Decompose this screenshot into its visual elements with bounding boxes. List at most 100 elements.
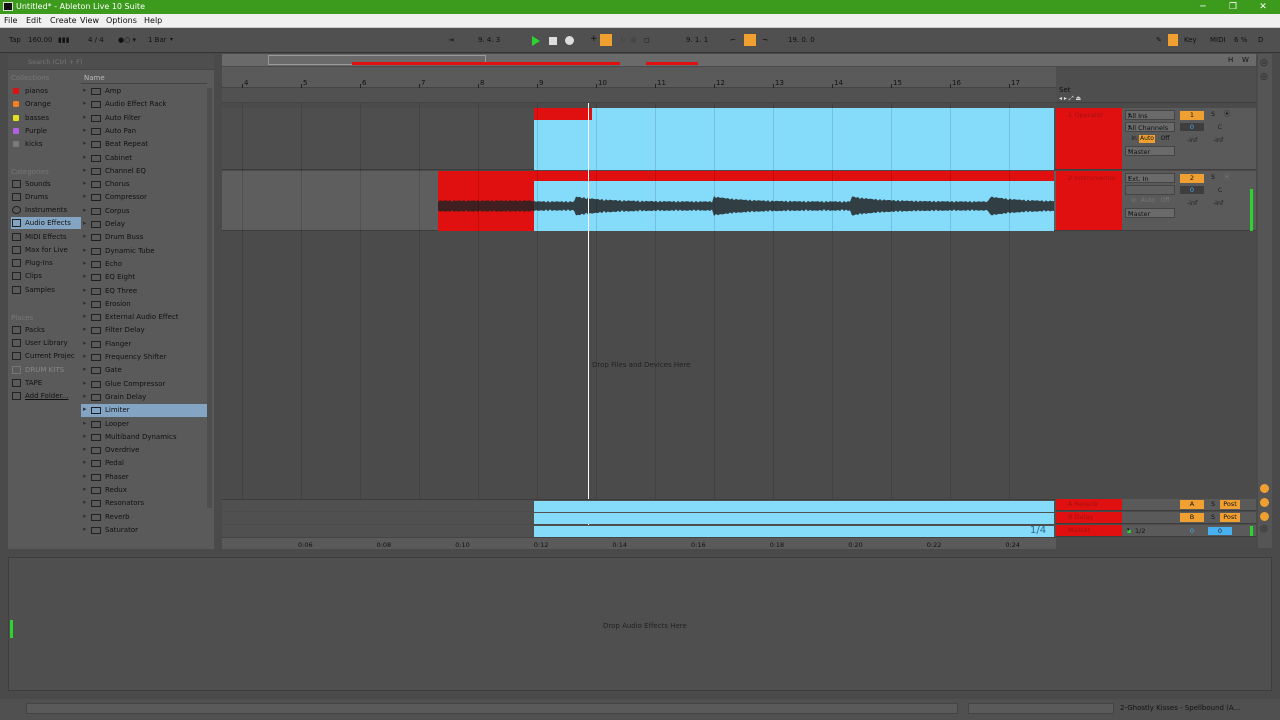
draw-mode-icon[interactable]: ✎ <box>1156 36 1162 44</box>
category-midi-effects[interactable]: MIDI Effects <box>11 231 81 243</box>
loop-switch-button[interactable] <box>744 34 756 46</box>
overdub-icon[interactable]: + <box>590 34 598 44</box>
category-plug-ins[interactable]: Plug-Ins <box>11 257 81 269</box>
return-lane-b[interactable] <box>222 512 1056 524</box>
category-audio-effects[interactable]: Audio Effects <box>11 217 81 229</box>
show-delay-icon[interactable]: ◎ <box>1260 524 1268 534</box>
input-channel-dropdown[interactable]: All Channels ▾ <box>1125 122 1175 132</box>
maximize-button[interactable]: ❐ <box>1226 1 1240 13</box>
fold-icon[interactable]: ◎ <box>1260 72 1268 82</box>
expand-arrow-icon[interactable]: ▸ <box>83 246 87 254</box>
song-position-field[interactable]: 9. 4. 3 <box>478 36 500 44</box>
list-item[interactable]: ▸ Limiter <box>81 404 207 418</box>
solo-button[interactable]: S <box>1208 514 1218 522</box>
expand-arrow-icon[interactable]: ▸ <box>83 392 87 400</box>
track-header-2[interactable]: 2 Instrumental Ext. In ▾ In Auto Off Mast… <box>1056 171 1256 231</box>
return-activator-button[interactable]: B <box>1180 513 1204 522</box>
beat-time-ruler[interactable]: 4 5 6 7 8 9 10 11 12 13 14 15 16 17 <box>222 67 1056 88</box>
expand-arrow-icon[interactable]: ▸ <box>83 352 87 360</box>
monitor-off-button[interactable]: Off <box>1156 197 1174 205</box>
master-pan-field[interactable]: 0 <box>1208 527 1232 535</box>
expand-arrow-icon[interactable]: ▸ <box>83 99 87 107</box>
arrangement-overview[interactable]: H W <box>222 54 1256 66</box>
list-item[interactable]: ▸ Corpus <box>81 205 207 218</box>
track-lane-instrumental[interactable] <box>222 171 1056 231</box>
record-icon[interactable] <box>565 36 574 45</box>
list-item[interactable]: ▸ EQ Three <box>81 285 207 298</box>
expand-arrow-icon[interactable]: ▸ <box>83 299 87 307</box>
solo-button[interactable]: S <box>1208 174 1218 182</box>
return-lane-a[interactable] <box>222 499 1056 512</box>
input-channel-dropdown[interactable] <box>1125 185 1175 195</box>
expand-arrow-icon[interactable]: ▸ <box>83 272 87 280</box>
clip-header[interactable] <box>534 108 592 120</box>
place-packs[interactable]: Packs <box>11 324 81 336</box>
expand-arrow-icon[interactable]: ▸ <box>83 325 87 333</box>
expand-arrow-icon[interactable]: ▸ <box>83 259 87 267</box>
expand-arrow-icon[interactable]: ▸ <box>83 485 87 493</box>
monitor-off-button[interactable]: Off <box>1156 135 1174 143</box>
expand-arrow-icon[interactable]: ▸ <box>83 365 87 373</box>
track-activator-button[interactable]: 1 <box>1180 111 1204 120</box>
list-item[interactable]: ▸ Filter Delay <box>81 324 207 337</box>
menu-create[interactable]: Create <box>50 16 77 25</box>
collection-orange[interactable]: Orange <box>11 98 81 110</box>
expand-arrow-icon[interactable]: ▸ <box>83 445 87 453</box>
list-item[interactable]: ▸ Auto Filter <box>81 112 207 125</box>
minimize-button[interactable]: ─ <box>1196 1 1210 13</box>
category-max-for-live[interactable]: Max for Live <box>11 244 81 256</box>
list-item[interactable]: ▸ Overdrive <box>81 444 207 457</box>
capture-icon[interactable]: ▣ <box>630 36 637 44</box>
hide-browser-button[interactable]: H <box>1228 56 1233 64</box>
zoom-icon[interactable]: ◎ <box>1260 58 1268 68</box>
category-clips[interactable]: Clips <box>11 270 81 282</box>
time-ruler[interactable]: 0:06 0:08 0:10 0:12 0:14 0:16 0:18 0:20 0:22 0:24 <box>222 537 1056 549</box>
output-dropdown[interactable]: Master ▾ <box>1125 146 1175 156</box>
automation-arm-button[interactable] <box>600 34 612 46</box>
expand-arrow-icon[interactable]: ▸ <box>83 458 87 466</box>
expand-arrow-icon[interactable]: ▸ <box>83 153 87 161</box>
list-item[interactable]: ▸ Reverb <box>81 511 207 524</box>
close-button[interactable]: ✕ <box>1256 1 1270 13</box>
expand-arrow-icon[interactable]: ▸ <box>83 139 87 147</box>
master-lane[interactable]: 1/4 <box>222 525 1056 537</box>
show-workspace-button[interactable]: W <box>1242 56 1249 64</box>
category-samples[interactable]: Samples <box>11 284 81 296</box>
monitor-auto-button[interactable]: Auto <box>1139 197 1157 205</box>
place-current-project[interactable]: Current Projec <box>11 350 81 362</box>
list-item[interactable]: ▸ Chorus <box>81 178 207 191</box>
collection-pianos[interactable]: pianos <box>11 85 81 97</box>
expand-arrow-icon[interactable]: ▸ <box>83 339 87 347</box>
expand-arrow-icon[interactable]: ▸ <box>83 219 87 227</box>
expand-arrow-icon[interactable]: ▸ <box>83 86 87 94</box>
chevron-down-icon[interactable]: ▾ <box>170 36 173 43</box>
clip-header[interactable] <box>534 171 1054 181</box>
list-item[interactable]: ▸ Multiband Dynamics <box>81 431 207 444</box>
master-volume-field[interactable]: 0 <box>1180 527 1204 535</box>
track-activator-button[interactable]: 2 <box>1180 174 1204 183</box>
list-item[interactable]: ▸ Looper <box>81 418 207 431</box>
session-record-icon[interactable]: ◻ <box>644 36 650 44</box>
list-item[interactable]: ▸ Pedal <box>81 457 207 470</box>
browser-scrollbar[interactable] <box>207 88 212 508</box>
menu-options[interactable]: Options <box>106 16 137 25</box>
list-item[interactable]: ▸ Resonators <box>81 497 207 510</box>
list-item[interactable]: ▸ Redux <box>81 484 207 497</box>
menu-help[interactable]: Help <box>144 16 162 25</box>
list-item[interactable]: ▸ Beat Repeat <box>81 138 207 151</box>
punch-in-icon[interactable]: ⌐ <box>730 36 736 44</box>
reenable-automation-icon[interactable]: ↻ <box>620 36 626 44</box>
list-item[interactable]: ▸ Delay <box>81 218 207 231</box>
list-item[interactable]: ▸ Dynamic Tube <box>81 245 207 258</box>
arm-icon[interactable]: ⦿ <box>1222 111 1232 119</box>
place-user-library[interactable]: User Library <box>11 337 81 349</box>
list-item[interactable]: ▸ Saturator <box>81 524 207 537</box>
expand-arrow-icon[interactable]: ▸ <box>83 432 87 440</box>
expand-arrow-icon[interactable]: ▸ <box>83 179 87 187</box>
collection-purple[interactable]: Purple <box>11 125 81 137</box>
list-item[interactable]: ▸ Gate <box>81 364 207 377</box>
list-item[interactable]: ▸ Drum Buss <box>81 231 207 244</box>
return-header-a[interactable]: A Reverb A S Post <box>1056 499 1256 511</box>
monitor-auto-button[interactable]: Auto <box>1139 135 1155 143</box>
input-type-dropdown[interactable]: All Ins ▾ <box>1125 110 1175 120</box>
